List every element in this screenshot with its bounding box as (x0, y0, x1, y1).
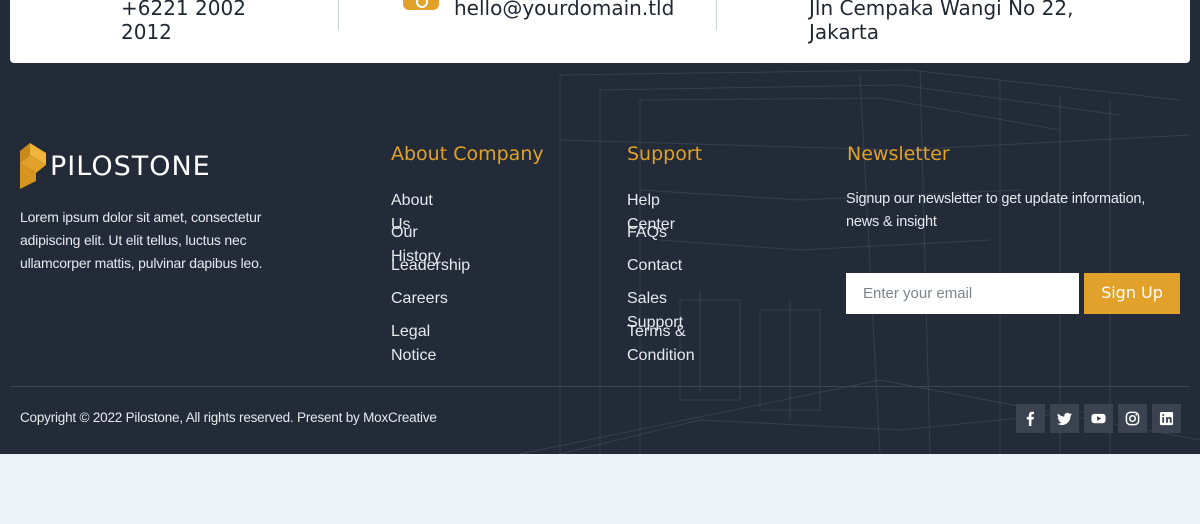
contact-phone: +6221 2002 2012 (121, 0, 246, 44)
support-title: Support (627, 143, 703, 165)
linkedin-icon[interactable] (1152, 404, 1181, 433)
contact-divider (716, 0, 717, 30)
site-footer: +6221 2002 2012 hello@yourdomain.tld Jln… (0, 0, 1200, 454)
twitter-icon[interactable] (1050, 404, 1079, 433)
contact-address: Jln Cempaka Wangi No 22, Jakarta (809, 0, 1074, 44)
copyright-text: Copyright © 2022 Pilostone, All rights r… (20, 410, 437, 425)
footer-divider (10, 386, 1190, 387)
footer-link-contact[interactable]: Contact (627, 254, 682, 278)
footer-link-terms-condition[interactable]: Terms & Condition (627, 320, 707, 368)
contact-divider (338, 0, 339, 30)
facebook-icon[interactable] (1016, 404, 1045, 433)
newsletter-email-input[interactable] (846, 273, 1079, 314)
brand-name: PILOSTONE (50, 150, 211, 182)
newsletter-title: Newsletter (847, 143, 950, 165)
instagram-icon[interactable] (1118, 404, 1147, 433)
signup-button-label: Sign Up (1101, 283, 1163, 302)
footer-link-legal-notice[interactable]: Legal Notice (391, 320, 451, 368)
newsletter-signup-button[interactable]: Sign Up (1084, 273, 1180, 314)
newsletter-description: Signup our newsletter to get update info… (846, 191, 1146, 230)
contact-bar: +6221 2002 2012 hello@yourdomain.tld Jln… (10, 0, 1190, 63)
footer-link-faqs[interactable]: FAQs (627, 221, 667, 245)
footer-link-leadership[interactable]: Leadership (391, 254, 470, 278)
footer-link-careers[interactable]: Careers (391, 287, 448, 311)
logo-icon (20, 143, 46, 189)
youtube-icon[interactable] (1084, 404, 1113, 433)
about-company-title: About Company (391, 143, 544, 165)
email-icon (403, 0, 439, 10)
contact-email[interactable]: hello@yourdomain.tld (454, 0, 674, 20)
brand-logo[interactable]: PILOSTONE (20, 143, 211, 189)
brand-description: Lorem ipsum dolor sit amet, consectetur … (20, 209, 263, 271)
